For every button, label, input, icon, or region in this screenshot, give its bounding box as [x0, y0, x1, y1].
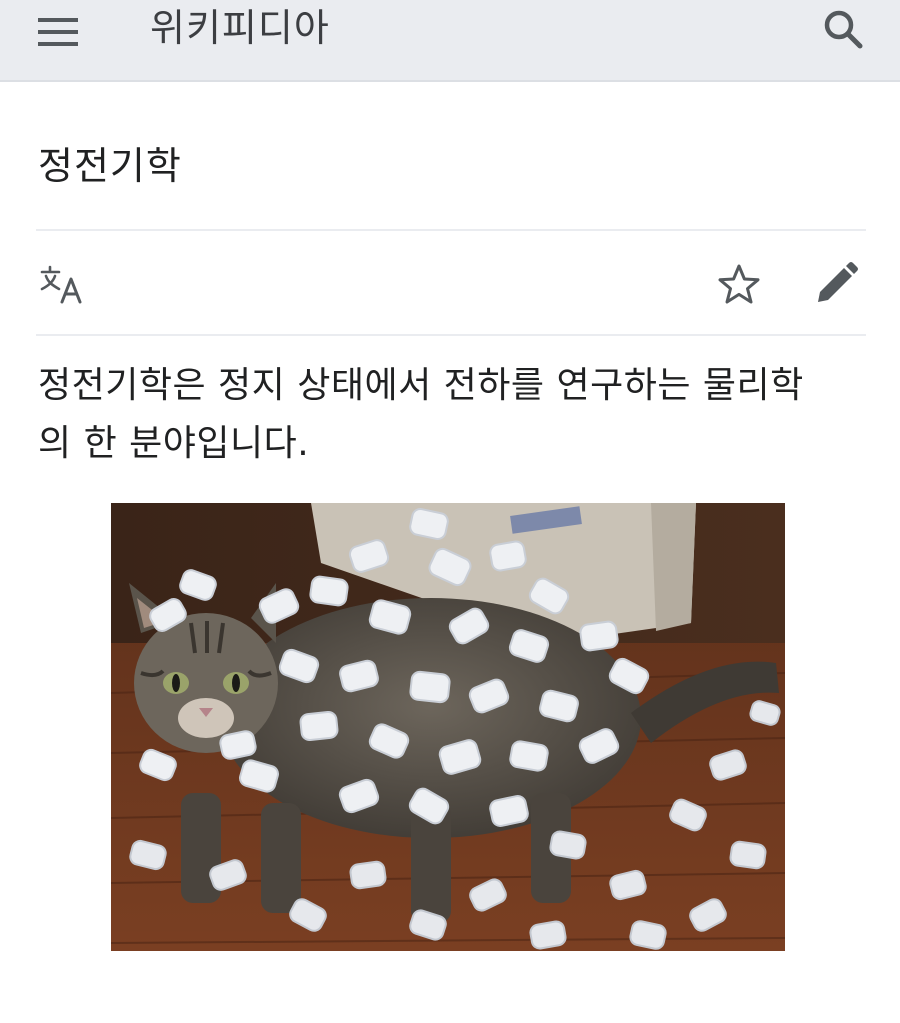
pencil-icon[interactable]	[812, 260, 860, 308]
lead-paragraph: 정전기학은 정지 상태에서 전하를 연구하는 물리학의 한 분야입니다.	[38, 365, 804, 464]
article-photo[interactable]	[111, 503, 785, 951]
actions-divider	[36, 334, 866, 336]
language-icon[interactable]	[40, 264, 90, 306]
site-brand[interactable]: 위키피디아	[150, 2, 330, 54]
page-title: 정전기학	[38, 144, 182, 188]
hamburger-menu-icon[interactable]	[36, 12, 80, 52]
title-divider	[36, 229, 866, 231]
search-icon[interactable]	[818, 4, 868, 54]
app-header: 위키피디아	[0, 0, 900, 82]
star-icon[interactable]	[716, 262, 762, 308]
